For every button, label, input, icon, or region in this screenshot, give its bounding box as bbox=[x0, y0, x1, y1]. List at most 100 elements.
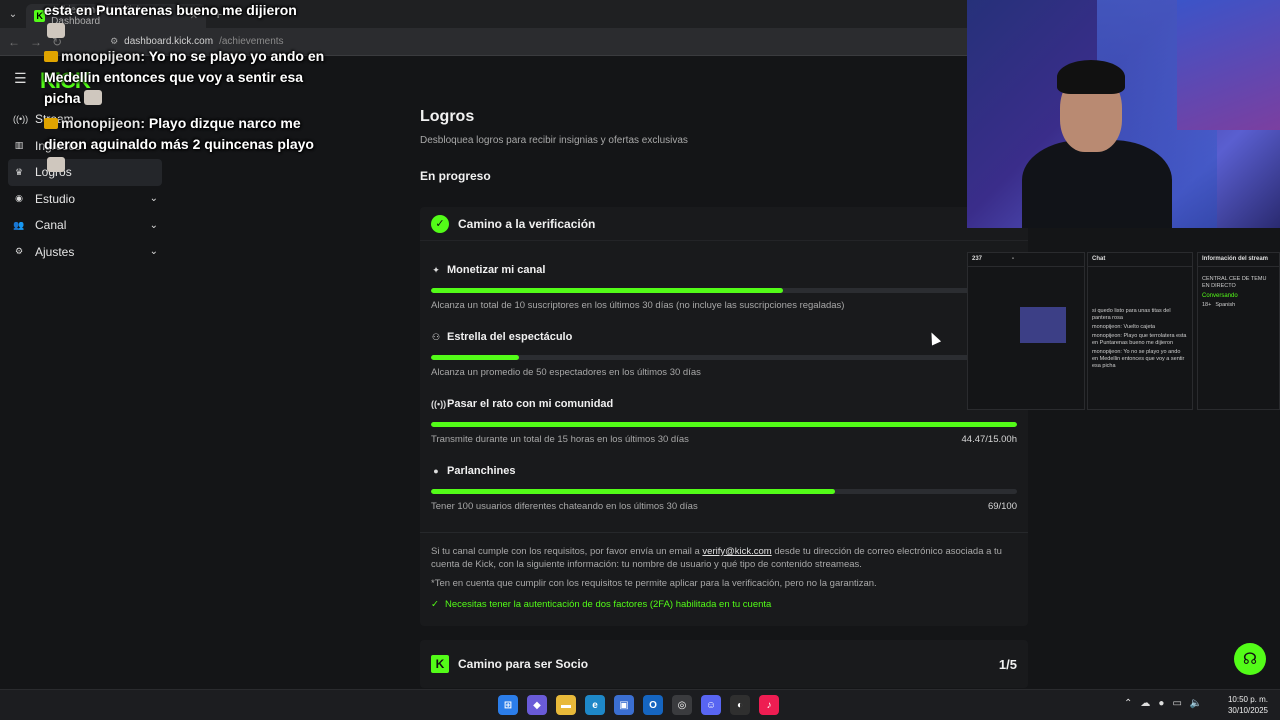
overlay-message: esta en Puntarenas bueno me dijieron bbox=[44, 0, 334, 42]
note-text: Si tu canal cumple con los requisitos, p… bbox=[431, 546, 703, 557]
forward-icon[interactable]: → bbox=[30, 35, 42, 49]
taskbar: ⊞ ◆ ▬ e ▣ O ◎ ☺ ◐ ♪ ⌃ ☁ ● ▭ 🔈 10:50 p. m… bbox=[0, 689, 1280, 720]
outlook-icon[interactable]: O bbox=[643, 695, 663, 715]
card-title: Camino a la verificación bbox=[458, 216, 596, 231]
mini-info-title: Información del stream bbox=[1198, 253, 1279, 267]
clock-time: 10:50 p. m. bbox=[1227, 695, 1269, 704]
mini-stat-dash: - bbox=[1012, 256, 1015, 262]
viewers-icon: ⚇ bbox=[431, 331, 441, 342]
chrome-icon[interactable]: ◎ bbox=[672, 695, 692, 715]
webcam-person-hair bbox=[1057, 60, 1125, 94]
chevron-up-icon[interactable]: ⌃ bbox=[1124, 698, 1132, 709]
back-icon[interactable]: ← bbox=[8, 35, 20, 49]
mini-info-stream: CENTRAL CEE DE TEMU EN DIRECTO bbox=[1202, 276, 1267, 289]
webcam-person-body bbox=[1022, 140, 1172, 228]
verified-badge-icon: ✓ bbox=[431, 214, 449, 233]
copilot-icon[interactable]: ◆ bbox=[527, 695, 547, 715]
progress-track bbox=[431, 422, 1017, 427]
mini-chat-line: si quedo listo para unas titas del pante… bbox=[1092, 308, 1171, 321]
requirement-text: Necesitas tener la autenticación de dos … bbox=[444, 599, 772, 610]
overlay-username: monopijeon: bbox=[61, 48, 145, 64]
mini-chat-line: monopijeon: Vuelto cajeta bbox=[1092, 324, 1156, 330]
mini-stats-panel: 237 - bbox=[967, 252, 1085, 410]
clock[interactable]: 10:50 p. m. 30/10/2025 bbox=[1222, 694, 1274, 716]
mini-tag: 18+ bbox=[1202, 302, 1212, 308]
main-content: Logros Desbloquea logros para recibir in… bbox=[420, 108, 1028, 183]
sidebar-item-canal[interactable]: 👥 Canal ⌄ bbox=[8, 212, 162, 239]
obs-icon[interactable]: ◐ bbox=[730, 695, 750, 715]
discord-icon[interactable]: ☺ bbox=[701, 695, 721, 715]
sidebar-item-ajustes[interactable]: ⚙ Ajustes ⌄ bbox=[8, 239, 162, 266]
mini-stat-value: 237 bbox=[972, 256, 983, 262]
mini-chat-line: monopijeon: Yo no se playo yo ando en Me… bbox=[1092, 349, 1185, 369]
radio-icon: ((•)) bbox=[13, 114, 29, 125]
disclaimer: *Ten en cuenta que cumplir con los requi… bbox=[431, 578, 877, 589]
page-title: Logros bbox=[420, 108, 475, 125]
studio-icon: ◉ bbox=[15, 193, 23, 204]
crown-badge-icon bbox=[44, 51, 58, 62]
sidebar-item-estudio[interactable]: ◉ Estudio ⌄ bbox=[8, 186, 162, 213]
achievement-description: Transmite durante un total de 15 horas e… bbox=[431, 434, 689, 445]
achievement-title: Pasar el rato con mi comunidad bbox=[447, 398, 614, 410]
folder-icon[interactable]: ▬ bbox=[556, 695, 576, 715]
help-chat-button[interactable]: ☊ bbox=[1234, 643, 1266, 675]
edge-icon[interactable]: e bbox=[585, 695, 605, 715]
achievement-title: Monetizar mi canal bbox=[447, 264, 546, 276]
trophy-icon: ♛ bbox=[14, 166, 24, 177]
mini-preview bbox=[1020, 307, 1066, 343]
achievement-value: 69/100 bbox=[987, 501, 1017, 512]
chevron-down-icon[interactable]: ⌄ bbox=[150, 220, 158, 231]
mini-chat-title: Chat bbox=[1088, 253, 1192, 267]
gear-icon: ⚙ bbox=[14, 246, 24, 257]
achievement-title: Estrella del espectáculo bbox=[447, 331, 573, 343]
socio-card[interactable]: K Camino para ser Socio 1/5 bbox=[420, 640, 1028, 688]
overlay-message: monopijeon: Yo no se playo yo ando en Me… bbox=[44, 46, 334, 109]
start-icon[interactable]: ⊞ bbox=[498, 695, 518, 715]
card-header[interactable]: ✓ Camino a la verificación bbox=[420, 207, 1028, 241]
section-title: En progreso bbox=[420, 169, 491, 183]
overlay-text: esta en Puntarenas bueno me dijieron bbox=[44, 2, 297, 18]
mini-tag: Spanish bbox=[1215, 302, 1236, 308]
progress-track bbox=[431, 355, 1017, 360]
menu-icon[interactable]: ☰ bbox=[14, 70, 27, 87]
emote-icon bbox=[47, 23, 65, 38]
overlay-username: monopijeon: bbox=[61, 115, 145, 131]
tiktok-icon[interactable]: ♪ bbox=[759, 695, 779, 715]
clock-date: 30/10/2025 bbox=[1227, 706, 1269, 715]
achievement-item: ● Parlanchines Tener 100 usuarios diferen… bbox=[431, 464, 1017, 512]
divider bbox=[420, 532, 1028, 533]
progress-fill bbox=[431, 489, 836, 494]
emote-icon bbox=[83, 90, 102, 105]
broadcast-icon: ((•)) bbox=[431, 399, 447, 409]
stream-chat-overlay: esta en Puntarenas bueno me dijieron mon… bbox=[44, 0, 334, 180]
emote-icon bbox=[47, 157, 65, 172]
store-icon[interactable]: ▣ bbox=[614, 695, 634, 715]
tab-list-chevron-icon[interactable]: ⌄ bbox=[0, 9, 26, 20]
sidebar-item-label: Ajustes bbox=[35, 244, 75, 259]
mini-chat-line: monopijeon: Playo que terrolatera esta e… bbox=[1092, 333, 1187, 346]
kick-k-icon: K bbox=[431, 655, 449, 673]
microphone-icon[interactable]: ● bbox=[1158, 698, 1164, 709]
screen: ⌄ K Achievements - Kick Dashboard ✕ + ← … bbox=[0, 0, 1280, 720]
verify-email-link[interactable]: verify@kick.com bbox=[702, 546, 771, 557]
mini-info-category: Conversando bbox=[1202, 293, 1238, 299]
volume-icon[interactable]: 🔈 bbox=[1190, 698, 1202, 709]
progress-fill bbox=[431, 288, 783, 293]
progress-count: 1/5 bbox=[998, 656, 1017, 672]
system-tray: ⌃ ☁ ● ▭ 🔈 bbox=[1124, 698, 1202, 709]
webcam-poster bbox=[1177, 0, 1280, 130]
verification-note: Si tu canal cumple con los requisitos, p… bbox=[431, 545, 1021, 571]
achievement-item: ✦ Monetizar mi canal Alcanza un total de … bbox=[431, 263, 1017, 311]
sidebar-item-label: Estudio bbox=[35, 191, 76, 206]
overlay-message: monopijeon: Playo dizque narco me dieron… bbox=[44, 113, 334, 176]
check-icon: ✓ bbox=[431, 599, 439, 610]
achievement-value: 44.47/15.00h bbox=[961, 434, 1017, 445]
chevron-down-icon[interactable]: ⌄ bbox=[150, 246, 158, 257]
chat-icon: ● bbox=[433, 466, 439, 476]
chevron-down-icon[interactable]: ⌄ bbox=[150, 193, 158, 204]
achievement-description: Alcanza un total de 10 suscriptores en l… bbox=[431, 300, 845, 311]
cloud-icon[interactable]: ☁ bbox=[1140, 698, 1150, 709]
users-icon: 👥 bbox=[13, 219, 25, 230]
monitor-icon[interactable]: ▭ bbox=[1172, 698, 1181, 709]
webcam-feed bbox=[967, 0, 1280, 228]
